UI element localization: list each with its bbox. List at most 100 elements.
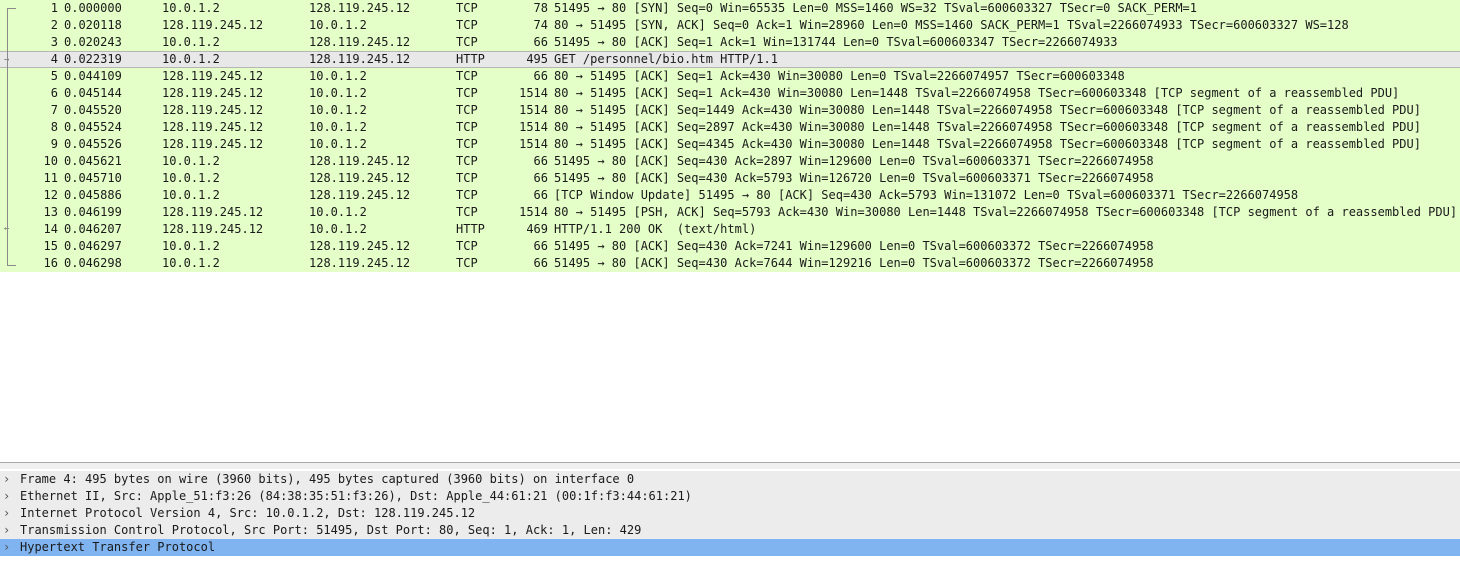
packet-destination: 128.119.245.12 [309,171,411,185]
packet-destination: 10.0.1.2 [309,222,367,236]
detail-tree-label: Ethernet II, Src: Apple_51:f3:26 (84:38:… [20,489,692,503]
packet-length: 469 [526,222,548,236]
packet-row[interactable]: 3 0.020243 10.0.1.2 128.119.245.12 TCP 66 5149… [0,34,1460,51]
packet-length: 66 [533,256,548,270]
packet-info: [TCP Window Update] 51495 → 80 [ACK] Seq… [554,188,1299,202]
packet-time: 0.045886 [64,188,122,202]
packet-info: 51495 → 80 [ACK] Seq=1 Ack=1 Win=131744 … [554,35,1118,49]
packet-destination: 128.119.245.12 [309,52,411,66]
packet-source: 128.119.245.12 [162,103,264,117]
packet-info: 80 → 51495 [ACK] Seq=1449 Ack=430 Win=30… [554,103,1421,117]
chevron-right-icon[interactable]: › [3,539,15,556]
packet-row[interactable]: 6 0.045144 128.119.245.12 10.0.1.2 TCP 1514 80… [0,85,1460,102]
packet-row[interactable]: 10 0.045621 10.0.1.2 128.119.245.12 TCP 66 514… [0,153,1460,170]
packet-row[interactable]: 5 0.044109 128.119.245.12 10.0.1.2 TCP 66 80 →… [0,68,1460,85]
packet-info: 51495 → 80 [ACK] Seq=430 Ack=7241 Win=12… [554,239,1154,253]
packet-number: 8 [50,120,58,134]
packet-row[interactable]: 7 0.045520 128.119.245.12 10.0.1.2 TCP 1514 80… [0,102,1460,119]
packet-time: 0.000000 [64,1,122,15]
packet-number: 13 [43,205,58,219]
packet-row[interactable]: 15 0.046297 10.0.1.2 128.119.245.12 TCP 66 514… [0,238,1460,255]
packet-time: 0.045621 [64,154,122,168]
packet-info: 80 → 51495 [SYN, ACK] Seq=0 Ack=1 Win=28… [554,18,1349,32]
detail-tree-item[interactable]: › Hypertext Transfer Protocol [0,539,1460,556]
detail-tree-item[interactable]: › Internet Protocol Version 4, Src: 10.0.… [0,505,1460,522]
packet-source: 128.119.245.12 [162,205,264,219]
packet-destination: 10.0.1.2 [309,103,367,117]
packet-source: 128.119.245.12 [162,86,264,100]
detail-tree-item[interactable]: › Transmission Control Protocol, Src Port… [0,522,1460,539]
packet-source: 10.0.1.2 [162,154,220,168]
packet-number: 3 [50,35,58,49]
packet-length: 1514 [519,120,548,134]
packet-row[interactable]: 4 0.022319 10.0.1.2 128.119.245.12 HTTP 495 GE… [0,51,1460,68]
packet-details-pane[interactable]: › Frame 4: 495 bytes on wire (3960 bits),… [0,469,1460,586]
packet-info: 51495 → 80 [ACK] Seq=430 Ack=2897 Win=12… [554,154,1154,168]
packet-destination: 10.0.1.2 [309,86,367,100]
packet-time: 0.020118 [64,18,122,32]
packet-source: 10.0.1.2 [162,256,220,270]
packet-length: 66 [533,154,548,168]
packet-number: 15 [43,239,58,253]
packet-destination: 10.0.1.2 [309,69,367,83]
chevron-right-icon[interactable]: › [3,522,15,539]
packet-destination: 128.119.245.12 [309,256,411,270]
chevron-right-icon[interactable]: › [3,471,15,488]
packet-row[interactable]: 14 0.046207 128.119.245.12 10.0.1.2 HTTP 469 H… [0,221,1460,238]
packet-destination: 128.119.245.12 [309,188,411,202]
packet-time: 0.044109 [64,69,122,83]
packet-row[interactable]: 2 0.020118 128.119.245.12 10.0.1.2 TCP 74 80 →… [0,17,1460,34]
packet-destination: 128.119.245.12 [309,239,411,253]
packet-info: 80 → 51495 [PSH, ACK] Seq=5793 Ack=430 W… [554,205,1458,219]
pane-splitter[interactable] [0,462,1460,469]
packet-row[interactable]: 8 0.045524 128.119.245.12 10.0.1.2 TCP 1514 80… [0,119,1460,136]
packet-source: 10.0.1.2 [162,188,220,202]
packet-time: 0.046207 [64,222,122,236]
packet-row[interactable]: 13 0.046199 128.119.245.12 10.0.1.2 TCP 1514 8… [0,204,1460,221]
detail-tree-item[interactable]: › Frame 4: 495 bytes on wire (3960 bits),… [0,471,1460,488]
detail-tree-item[interactable]: › Ethernet II, Src: Apple_51:f3:26 (84:38… [0,488,1460,505]
packet-row[interactable]: 12 0.045886 10.0.1.2 128.119.245.12 TCP 66 [TC… [0,187,1460,204]
packet-info: 80 → 51495 [ACK] Seq=2897 Ack=430 Win=30… [554,120,1421,134]
packet-number: 16 [43,256,58,270]
packet-time: 0.045710 [64,171,122,185]
packet-length: 495 [526,52,548,66]
packet-source: 128.119.245.12 [162,137,264,151]
packet-info: 51495 → 80 [SYN] Seq=0 Win=65535 Len=0 M… [554,1,1197,15]
packet-number: 5 [50,69,58,83]
packet-row[interactable]: 16 0.046298 10.0.1.2 128.119.245.12 TCP 66 514… [0,255,1460,272]
packet-time: 0.046298 [64,256,122,270]
packet-length: 1514 [519,86,548,100]
packet-length: 74 [533,18,548,32]
chevron-right-icon[interactable]: › [3,505,15,522]
packet-row[interactable]: 9 0.045526 128.119.245.12 10.0.1.2 TCP 1514 80… [0,136,1460,153]
packet-source: 128.119.245.12 [162,120,264,134]
packet-info: 51495 → 80 [ACK] Seq=430 Ack=7644 Win=12… [554,256,1154,270]
packet-row[interactable]: 1 0.000000 10.0.1.2 128.119.245.12 TCP 78 5149… [0,0,1460,17]
packet-source: 10.0.1.2 [162,171,220,185]
packet-time: 0.022319 [64,52,122,66]
packet-time: 0.045524 [64,120,122,134]
packet-number: 7 [50,103,58,117]
packet-info: 51495 → 80 [ACK] Seq=430 Ack=5793 Win=12… [554,171,1154,185]
packet-length: 78 [533,1,548,15]
packet-source: 128.119.245.12 [162,222,264,236]
chevron-right-icon[interactable]: › [3,488,15,505]
packet-destination: 128.119.245.12 [309,1,411,15]
arrow-right-icon: → [4,55,10,65]
packet-length: 66 [533,35,548,49]
packet-destination: 128.119.245.12 [309,154,411,168]
packet-row[interactable]: 11 0.045710 10.0.1.2 128.119.245.12 TCP 66 514… [0,170,1460,187]
packet-source: 10.0.1.2 [162,1,220,15]
packet-list[interactable]: 1 0.000000 10.0.1.2 128.119.245.12 TCP 78 5149… [0,0,1460,274]
packet-length: 1514 [519,103,548,117]
packet-number: 11 [43,171,58,185]
packet-destination: 128.119.245.12 [309,35,411,49]
packet-number: 2 [50,18,58,32]
packet-length: 1514 [519,205,548,219]
arrow-left-icon: ← [4,224,10,234]
detail-tree-label: Hypertext Transfer Protocol [20,540,216,554]
packet-number: 6 [50,86,58,100]
packet-source: 10.0.1.2 [162,239,220,253]
packet-time: 0.045526 [64,137,122,151]
